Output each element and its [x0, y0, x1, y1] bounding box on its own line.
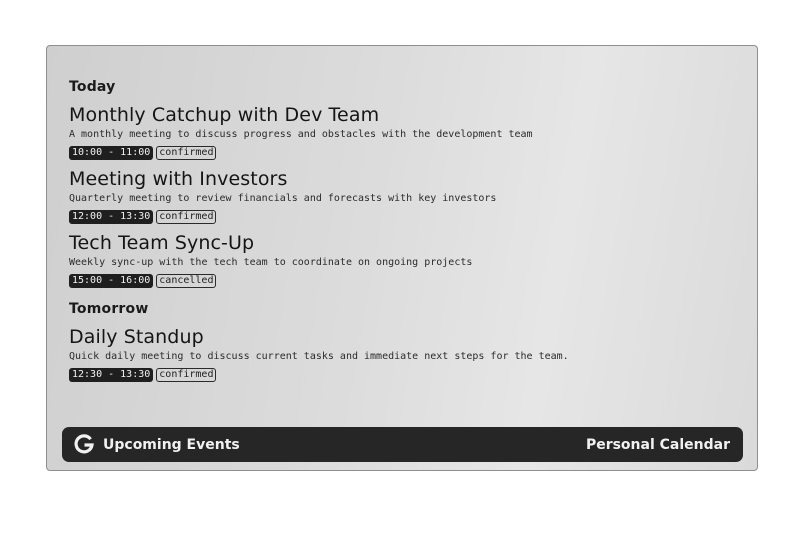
event-status-badge: cancelled: [156, 274, 217, 288]
event-item[interactable]: Daily Standup Quick daily meeting to dis…: [69, 326, 737, 382]
event-time-badge: 12:30 - 13:30: [69, 368, 154, 382]
event-item[interactable]: Monthly Catchup with Dev Team A monthly …: [69, 104, 737, 160]
footer-left: Upcoming Events: [73, 433, 240, 456]
event-description: Quarterly meeting to review financials a…: [69, 193, 497, 204]
event-title: Meeting with Investors: [69, 168, 288, 190]
widget-footer[interactable]: Upcoming Events Personal Calendar: [62, 427, 743, 462]
section-title-tomorrow: Tomorrow: [69, 301, 149, 317]
event-time-badge: 10:00 - 11:00: [69, 146, 154, 160]
event-item[interactable]: Tech Team Sync-Up Weekly sync-up with th…: [69, 232, 737, 288]
footer-title: Upcoming Events: [103, 436, 240, 453]
section-title-today: Today: [69, 79, 116, 95]
event-description: A monthly meeting to discuss progress an…: [69, 129, 533, 140]
calendar-name: Personal Calendar: [585, 436, 730, 453]
event-tags: 12:00 - 13:30 confirmed: [69, 210, 737, 224]
event-status-badge: confirmed: [156, 368, 217, 382]
event-description: Weekly sync-up with the tech team to coo…: [69, 257, 473, 268]
google-g-icon: [73, 433, 95, 456]
event-status-badge: confirmed: [156, 210, 217, 224]
event-item[interactable]: Meeting with Investors Quarterly meeting…: [69, 168, 737, 224]
event-time-badge: 12:00 - 13:30: [69, 210, 154, 224]
event-tags: 15:00 - 16:00 cancelled: [69, 274, 737, 288]
events-list: Today Monthly Catchup with Dev Team A mo…: [69, 76, 737, 390]
event-title: Daily Standup: [69, 326, 204, 348]
calendar-widget: Today Monthly Catchup with Dev Team A mo…: [46, 45, 758, 471]
event-tags: 10:00 - 11:00 confirmed: [69, 146, 737, 160]
event-title: Monthly Catchup with Dev Team: [69, 104, 380, 126]
event-tags: 12:30 - 13:30 confirmed: [69, 368, 737, 382]
event-title: Tech Team Sync-Up: [69, 232, 255, 254]
event-description: Quick daily meeting to discuss current t…: [69, 351, 569, 362]
event-status-badge: confirmed: [156, 146, 217, 160]
event-time-badge: 15:00 - 16:00: [69, 274, 154, 288]
